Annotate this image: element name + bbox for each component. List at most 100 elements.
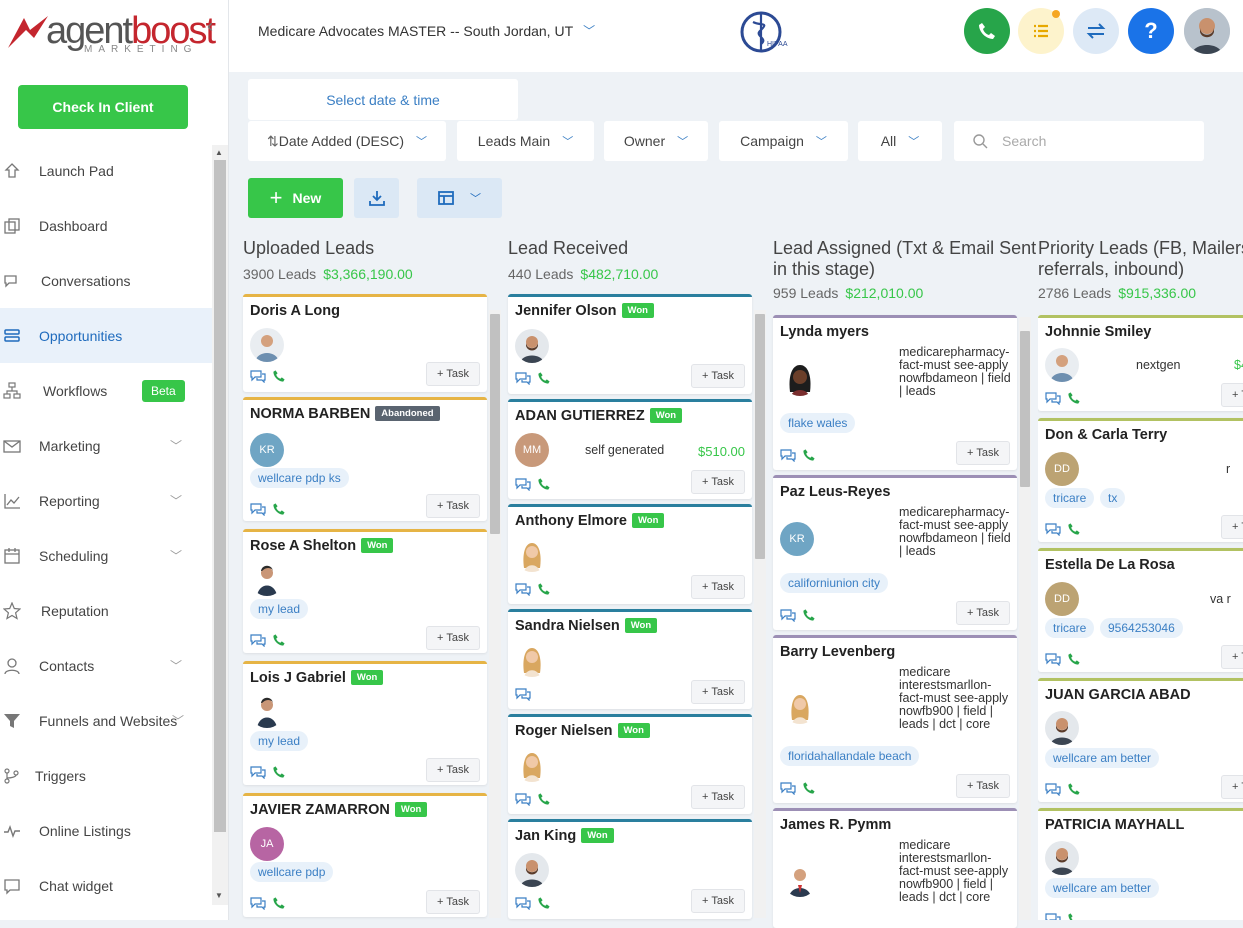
tasks-button[interactable] — [1018, 8, 1064, 54]
phone-icon[interactable] — [537, 582, 551, 596]
column-scroll-thumb[interactable] — [490, 314, 500, 534]
add-task-button[interactable]: + Task — [956, 601, 1010, 625]
phone-icon[interactable] — [802, 448, 816, 462]
account-switcher[interactable]: Medicare Advocates MASTER -- South Jorda… — [258, 22, 595, 39]
phone-icon[interactable] — [537, 792, 551, 806]
conversation-icon[interactable] — [515, 582, 531, 596]
agentboost-logo[interactable]: agentboost MARKETING — [4, 8, 216, 58]
new-opportunity-button[interactable]: + New — [248, 178, 343, 218]
add-task-button[interactable]: + Task — [956, 774, 1010, 798]
add-task-button[interactable]: + Task — [691, 785, 745, 809]
conversation-icon[interactable] — [250, 369, 266, 383]
contact-tag[interactable]: wellcare am better — [1045, 878, 1160, 898]
opportunity-card[interactable]: Rose A Shelton Won my lead + Task — [243, 529, 487, 653]
phone-icon[interactable] — [537, 371, 551, 385]
add-task-button[interactable]: + Task — [426, 758, 480, 782]
opportunity-card[interactable]: Johnnie Smiley nextgen $4 + Task — [1038, 315, 1243, 411]
opportunity-card[interactable]: Roger Nielsen Won + Task — [508, 714, 752, 814]
sidebar-item-reputation[interactable]: Reputation — [0, 583, 212, 638]
sidebar-scroll-thumb[interactable] — [214, 160, 226, 832]
opportunity-card[interactable]: NORMA BARBEN Abandoned KR wellcare pdp ks… — [243, 397, 487, 521]
add-task-button[interactable]: + Task — [1221, 383, 1243, 407]
sidebar-item-launch-pad[interactable]: Launch Pad — [0, 143, 212, 198]
conversation-icon[interactable] — [515, 477, 531, 491]
phone-icon[interactable] — [1067, 652, 1081, 666]
phone-icon[interactable] — [1067, 912, 1081, 920]
contact-tag[interactable]: 9564253046 — [1100, 618, 1183, 638]
column-scroll-thumb[interactable] — [755, 314, 765, 559]
column-scrollbar[interactable] — [489, 310, 501, 918]
opportunity-card[interactable]: JAVIER ZAMARRON Won JA wellcare pdp + Tas… — [243, 793, 487, 917]
help-button[interactable]: ? — [1128, 8, 1174, 54]
sidebar-item-contacts[interactable]: Contacts ﹀ — [0, 638, 212, 693]
collapse-sidebar-icon[interactable]: ‹ — [207, 16, 213, 37]
contact-tag[interactable]: flake wales — [780, 413, 856, 433]
column-scrollbar[interactable] — [754, 310, 766, 918]
opportunity-card[interactable]: Doris A Long + Task — [243, 294, 487, 392]
sidebar-item-chat-widget[interactable]: Chat widget — [0, 858, 212, 913]
sidebar-item-reporting[interactable]: Reporting ﹀ — [0, 473, 212, 528]
conversation-icon[interactable] — [250, 896, 266, 910]
sidebar-scrollbar[interactable]: ▲ ▼ — [212, 145, 228, 905]
add-task-button[interactable]: + Task — [691, 889, 745, 913]
column-scroll-thumb[interactable] — [1020, 331, 1030, 487]
contact-tag[interactable]: my lead — [250, 731, 309, 751]
sidebar-item-online-listings[interactable]: Online Listings — [0, 803, 212, 858]
opportunity-card[interactable]: JUAN GARCIA ABAD wellcare am better + Ta… — [1038, 678, 1243, 802]
phone-icon[interactable] — [802, 608, 816, 622]
conversation-icon[interactable] — [515, 792, 531, 806]
add-task-button[interactable]: + Task — [426, 494, 480, 518]
switch-account-button[interactable] — [1073, 8, 1119, 54]
add-task-button[interactable]: + Task — [426, 890, 480, 914]
sidebar-item-triggers[interactable]: Triggers — [0, 748, 212, 803]
search-field[interactable]: Search — [954, 121, 1204, 161]
opportunity-card[interactable]: Barry Levenberg medicare interestsmarllo… — [773, 635, 1017, 803]
owner-dropdown[interactable]: Owner ﹀ — [604, 121, 708, 161]
conversation-icon[interactable] — [250, 765, 266, 779]
add-task-button[interactable]: + Task — [691, 680, 745, 704]
phone-icon[interactable] — [537, 477, 551, 491]
conversation-icon[interactable] — [1045, 912, 1061, 920]
campaign-dropdown[interactable]: Campaign ﹀ — [719, 121, 848, 161]
add-task-button[interactable]: + Task — [691, 470, 745, 494]
date-time-picker[interactable]: Select date & time — [248, 79, 518, 120]
download-button[interactable] — [354, 178, 399, 218]
opportunity-card[interactable]: James R. Pymm medicare interestsmarllon-… — [773, 808, 1017, 928]
opportunity-card[interactable]: Estella De La Rosa DD va r tricare 95642… — [1038, 548, 1243, 672]
status-dropdown[interactable]: All ﹀ — [858, 121, 942, 161]
opportunity-card[interactable]: Jan King Won + Task — [508, 819, 752, 919]
contact-tag[interactable]: floridahallandale beach — [780, 746, 920, 766]
pipeline-dropdown[interactable]: Leads Main ﹀ — [457, 121, 594, 161]
user-avatar[interactable] — [1184, 8, 1230, 54]
add-task-button[interactable]: + Task — [1221, 515, 1243, 539]
phone-icon[interactable] — [272, 765, 286, 779]
opportunity-card[interactable]: Don & Carla Terry DD r tricare tx + Task — [1038, 418, 1243, 542]
conversation-icon[interactable] — [780, 781, 796, 795]
contact-tag[interactable]: wellcare pdp ks — [250, 468, 349, 488]
contact-tag[interactable]: wellcare pdp — [250, 862, 334, 882]
opportunity-card[interactable]: Sandra Nielsen Won + Task — [508, 609, 752, 709]
opportunity-card[interactable]: Anthony Elmore Won + Task — [508, 504, 752, 604]
add-task-button[interactable]: + Task — [691, 575, 745, 599]
phone-icon[interactable] — [1067, 522, 1081, 536]
contact-tag[interactable]: tricare — [1045, 618, 1095, 638]
phone-icon[interactable] — [272, 502, 286, 516]
check-in-client-button[interactable]: Check In Client — [18, 85, 188, 129]
sidebar-item-opportunities[interactable]: Opportunities — [0, 308, 212, 363]
add-task-button[interactable]: + Task — [1221, 775, 1243, 799]
phone-icon[interactable] — [1067, 782, 1081, 796]
opportunity-card[interactable]: PATRICIA MAYHALL wellcare am better — [1038, 808, 1243, 920]
sidebar-item-conversations[interactable]: Conversations — [0, 253, 212, 308]
conversation-icon[interactable] — [1045, 652, 1061, 666]
opportunity-card[interactable]: Paz Leus-Reyes KR medicarepharmacy-fact-… — [773, 475, 1017, 630]
add-task-button[interactable]: + Task — [426, 626, 480, 650]
conversation-icon[interactable] — [250, 502, 266, 516]
conversation-icon[interactable] — [515, 371, 531, 385]
contact-tag[interactable]: my lead — [250, 599, 309, 619]
conversation-icon[interactable] — [515, 687, 531, 701]
phone-icon[interactable] — [272, 633, 286, 647]
opportunity-card[interactable]: Lois J Gabriel Won my lead + Task — [243, 661, 487, 785]
phone-icon[interactable] — [802, 781, 816, 795]
sidebar-item-marketing[interactable]: Marketing ﹀ — [0, 418, 212, 473]
sort-dropdown[interactable]: ⇅ Date Added (DESC) ﹀ — [248, 121, 446, 161]
